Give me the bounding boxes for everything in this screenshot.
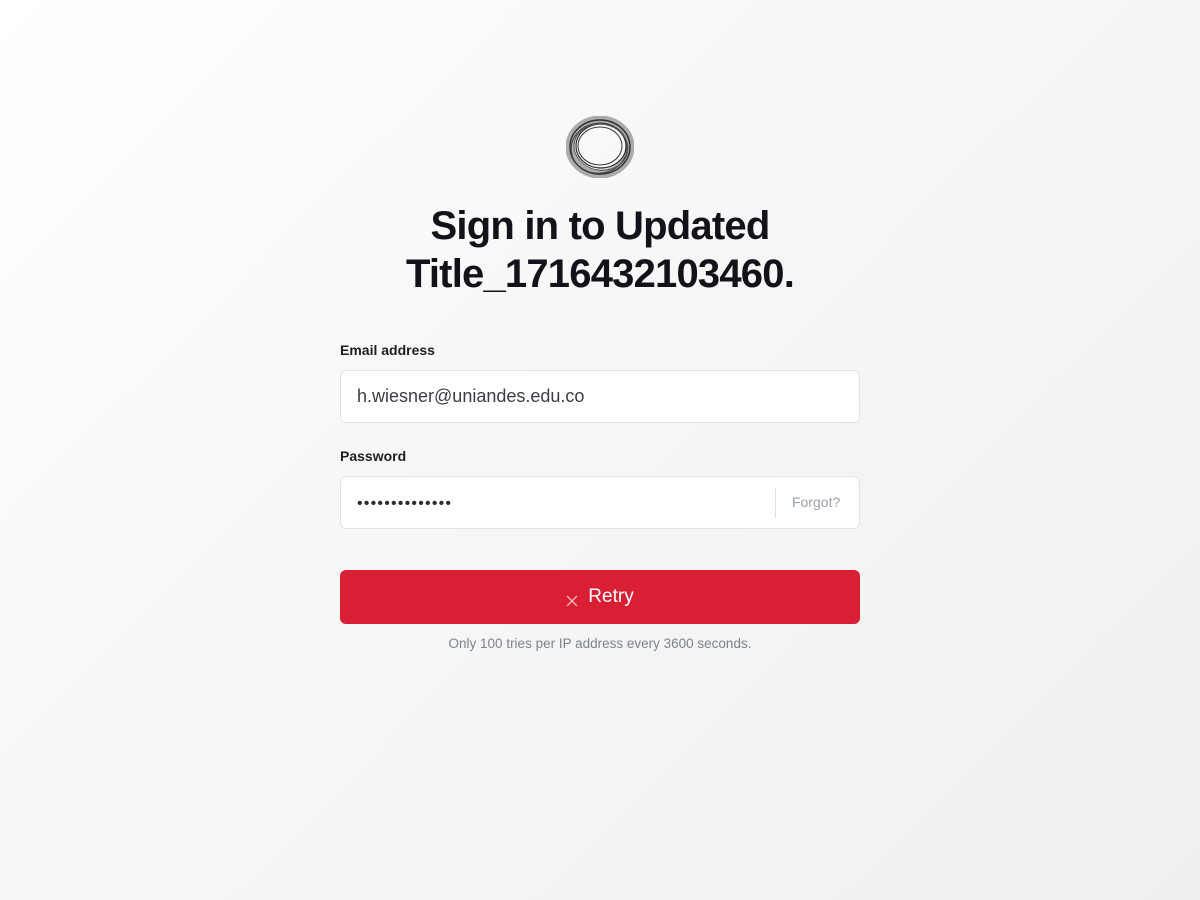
logo bbox=[565, 115, 635, 179]
retry-button[interactable]: Retry bbox=[340, 570, 860, 624]
email-label: Email address bbox=[340, 342, 435, 358]
password-label: Password bbox=[340, 448, 407, 464]
password-field[interactable]: •••••••••••••• Forgot? bbox=[340, 476, 860, 529]
circle-ring-logo-icon bbox=[565, 115, 635, 179]
page-title: Sign in to Updated Title_1716432103460. bbox=[405, 204, 795, 296]
field-divider bbox=[775, 488, 776, 518]
forgot-password-link[interactable]: Forgot? bbox=[792, 477, 840, 528]
email-value: h.wiesner@uniandes.edu.co bbox=[357, 386, 585, 406]
email-field[interactable]: h.wiesner@uniandes.edu.co bbox=[340, 370, 860, 423]
password-value: •••••••••••••• bbox=[357, 495, 453, 512]
retry-button-label: Retry bbox=[588, 586, 634, 607]
rate-limit-note: Only 100 tries per IP address every 3600… bbox=[448, 636, 752, 651]
close-icon bbox=[566, 591, 578, 607]
